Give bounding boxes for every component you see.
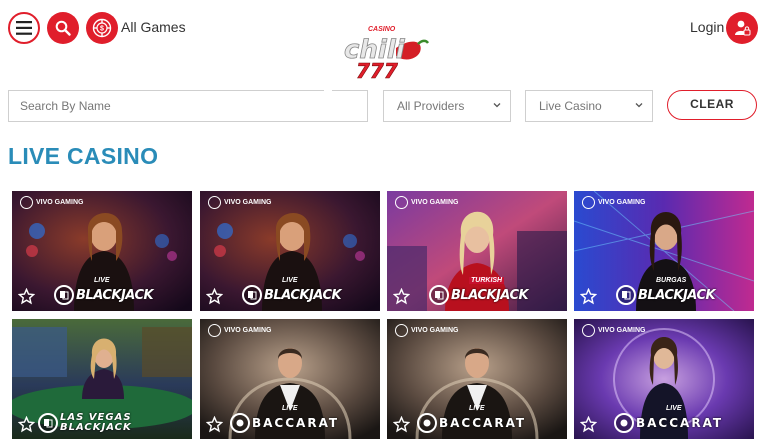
provider-logo-icon bbox=[395, 196, 408, 209]
favorite-star-icon[interactable] bbox=[18, 416, 35, 433]
search-button[interactable] bbox=[47, 12, 79, 44]
favorite-star-icon[interactable] bbox=[206, 288, 223, 305]
search-input-placeholder: Search By Name bbox=[20, 99, 111, 113]
game-title: LIVE BACCARAT bbox=[417, 405, 526, 433]
game-tile-live-baccarat[interactable]: VIVO GAMING LIVE BACCARAT bbox=[200, 319, 380, 439]
game-title: LIVE BLACKJACK bbox=[242, 277, 342, 305]
game-tile-live-baccarat[interactable]: VIVO GAMING LIVE BACCARAT bbox=[387, 319, 567, 439]
login-button[interactable] bbox=[726, 12, 758, 44]
casino-chip-icon: $ bbox=[92, 18, 112, 38]
provider-badge: VIVO GAMING bbox=[582, 324, 645, 337]
search-icon bbox=[55, 20, 71, 36]
game-tile-las-vegas-blackjack[interactable]: LAS VEGAS BLACKJACK bbox=[12, 319, 192, 439]
chip-icon bbox=[417, 413, 437, 433]
cards-icon bbox=[54, 285, 74, 305]
category-select[interactable]: Live Casino bbox=[525, 90, 653, 122]
game-title: TURKISH BLACKJACK bbox=[429, 277, 529, 305]
game-tile-live-blackjack[interactable]: VIVO GAMING LIVE BLACKJACK bbox=[200, 191, 380, 311]
provider-logo-icon bbox=[208, 196, 221, 209]
favorite-star-icon[interactable] bbox=[18, 288, 35, 305]
game-tile-live-baccarat[interactable]: VIVO GAMING LIVE BACCARAT bbox=[574, 319, 754, 439]
logo[interactable]: CASINO chili 777 bbox=[340, 22, 430, 84]
chevron-down-icon bbox=[635, 103, 643, 108]
chevron-down-icon bbox=[493, 103, 501, 108]
login-label[interactable]: Login bbox=[690, 19, 724, 35]
game-title: LIVE BLACKJACK bbox=[54, 277, 154, 305]
favorite-star-icon[interactable] bbox=[393, 416, 410, 433]
game-title: BURGAS BLACKJACK bbox=[616, 277, 716, 305]
cards-icon bbox=[242, 285, 262, 305]
game-title: LAS VEGAS BLACKJACK bbox=[38, 413, 170, 433]
provider-badge: VIVO GAMING bbox=[208, 324, 271, 337]
favorite-star-icon[interactable] bbox=[580, 288, 597, 305]
search-input[interactable]: Search By Name bbox=[8, 90, 368, 122]
menu-button[interactable] bbox=[8, 12, 40, 44]
provider-logo-icon bbox=[208, 324, 221, 337]
provider-select[interactable]: All Providers bbox=[383, 90, 511, 122]
provider-badge: VIVO GAMING bbox=[395, 196, 458, 209]
provider-logo-icon bbox=[395, 324, 408, 337]
chili-777-logo: CASINO chili 777 bbox=[344, 26, 430, 83]
svg-text:$: $ bbox=[100, 26, 104, 33]
game-tile-turkish-blackjack[interactable]: VIVO GAMING TURKISH BLACKJACK bbox=[387, 191, 567, 311]
provider-select-value: All Providers bbox=[397, 99, 465, 113]
favorite-star-icon[interactable] bbox=[393, 288, 410, 305]
user-lock-icon bbox=[735, 20, 751, 36]
provider-logo-icon bbox=[20, 196, 33, 209]
cards-icon bbox=[429, 285, 449, 305]
all-games-button[interactable]: $ bbox=[86, 12, 118, 44]
game-tile-live-blackjack[interactable]: VIVO GAMING LIVE BLACKJACK bbox=[12, 191, 192, 311]
hamburger-icon bbox=[16, 21, 32, 35]
favorite-star-icon[interactable] bbox=[206, 416, 223, 433]
all-games-label[interactable]: All Games bbox=[121, 19, 186, 35]
clear-button[interactable]: CLEAR bbox=[667, 90, 757, 120]
section-title: LIVE CASINO bbox=[8, 143, 159, 169]
chip-icon bbox=[614, 413, 634, 433]
chip-icon bbox=[230, 413, 250, 433]
cards-icon bbox=[616, 285, 636, 305]
provider-badge: VIVO GAMING bbox=[20, 196, 83, 209]
provider-badge: VIVO GAMING bbox=[208, 196, 271, 209]
game-title: LIVE BACCARAT bbox=[614, 405, 723, 433]
category-select-value: Live Casino bbox=[539, 99, 602, 113]
provider-logo-icon bbox=[582, 196, 595, 209]
provider-logo-icon bbox=[582, 324, 595, 337]
svg-text:CASINO: CASINO bbox=[368, 26, 396, 33]
game-tile-burgas-blackjack[interactable]: VIVO GAMING BURGAS BLACKJACK bbox=[574, 191, 754, 311]
page: $ All Games CASINO chili 777 Login Searc… bbox=[0, 0, 768, 444]
cards-icon bbox=[38, 413, 58, 433]
favorite-star-icon[interactable] bbox=[580, 416, 597, 433]
provider-badge: VIVO GAMING bbox=[395, 324, 458, 337]
provider-badge: VIVO GAMING bbox=[582, 196, 645, 209]
game-title: LIVE BACCARAT bbox=[230, 405, 339, 433]
svg-text:777: 777 bbox=[356, 59, 398, 83]
